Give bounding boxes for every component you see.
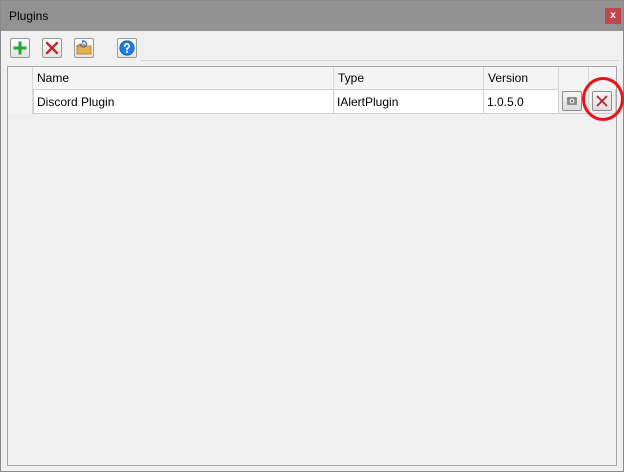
folder-refresh-icon (76, 40, 92, 55)
cell-version[interactable]: 1.0.5.0 (484, 89, 559, 114)
window-title: Plugins (9, 9, 49, 23)
title-bar: Plugins x (1, 1, 623, 31)
add-plugin-button[interactable] (10, 38, 30, 58)
grid-header-row: Name Type Version (8, 67, 616, 89)
select-all-corner[interactable] (8, 67, 33, 89)
settings-cell (559, 89, 589, 114)
remove-plugin-button[interactable] (42, 38, 62, 58)
delete-plugin-button[interactable] (592, 91, 612, 111)
plugins-window: Plugins x Name Type Version Discord Plug… (0, 0, 624, 472)
row-header[interactable] (8, 89, 33, 114)
toolbar-separator (141, 60, 619, 61)
help-button[interactable] (117, 38, 137, 58)
column-header-settings (559, 67, 589, 89)
toolbar (1, 32, 623, 62)
plugins-grid: Name Type Version Discord Plugin IAlertP… (7, 66, 617, 466)
gear-icon (567, 97, 577, 105)
plugin-settings-button[interactable] (562, 91, 582, 111)
add-icon (13, 41, 27, 55)
open-folder-button[interactable] (74, 38, 94, 58)
close-button[interactable]: x (605, 8, 621, 24)
column-header-name[interactable]: Name (33, 67, 334, 89)
column-header-version[interactable]: Version (484, 67, 559, 89)
cell-type[interactable]: IAlertPlugin (334, 89, 484, 114)
delete-icon (596, 95, 608, 107)
column-header-type[interactable]: Type (334, 67, 484, 89)
delete-icon (45, 41, 59, 55)
table-row[interactable]: Discord Plugin IAlertPlugin 1.0.5.0 (8, 89, 616, 114)
help-icon (119, 40, 135, 56)
delete-cell (589, 89, 616, 114)
cell-name[interactable]: Discord Plugin (33, 89, 334, 114)
